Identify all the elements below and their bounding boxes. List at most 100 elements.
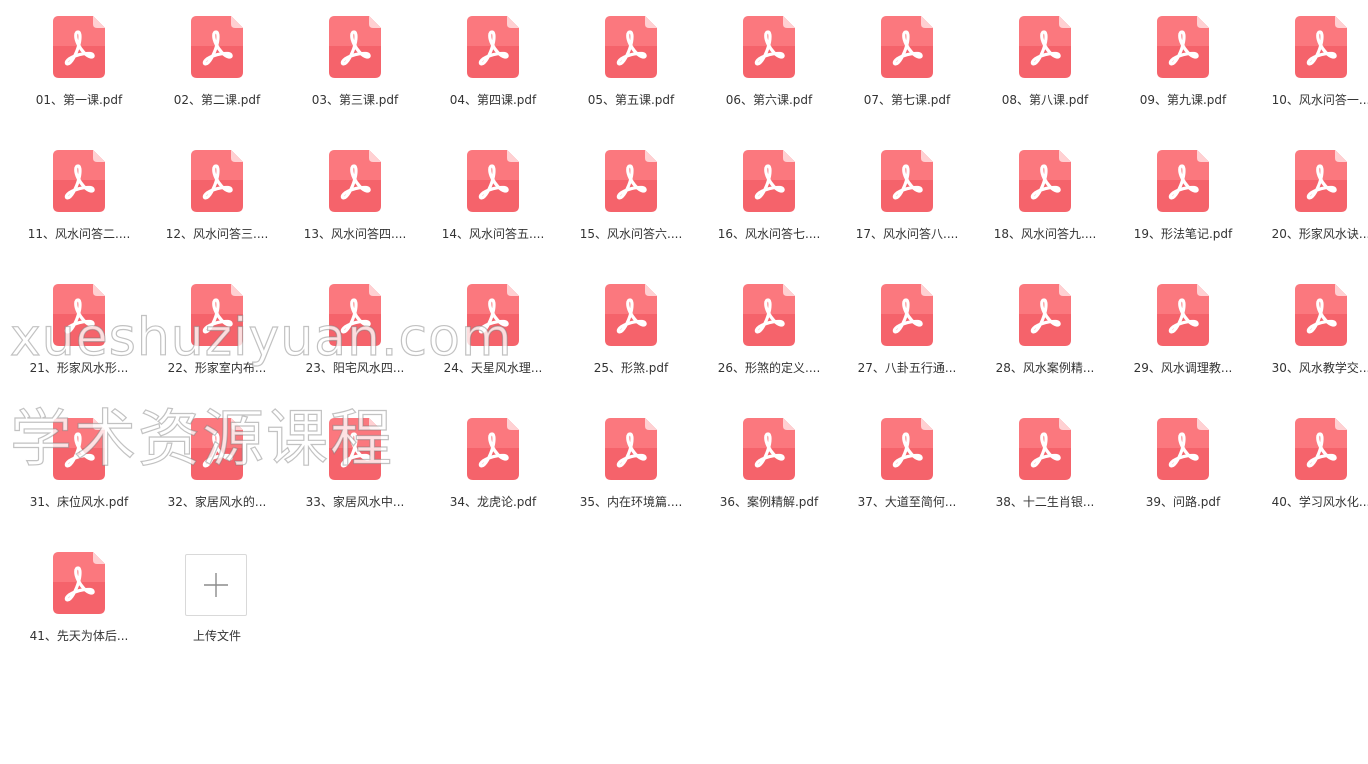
- file-name: 22、形家室内布...: [167, 361, 267, 375]
- file-item[interactable]: 30、风水教学交...: [1252, 280, 1368, 414]
- file-item[interactable]: 06、第六课.pdf: [700, 12, 838, 146]
- upload-file-label: 上传文件: [192, 629, 241, 643]
- pdf-file-icon: [881, 418, 933, 480]
- file-name: 10、风水问答一...: [1271, 93, 1368, 107]
- file-item[interactable]: 34、龙虎论.pdf: [424, 414, 562, 548]
- file-item[interactable]: 22、形家室内布...: [148, 280, 286, 414]
- pdf-file-icon: [605, 16, 657, 78]
- file-name: 38、十二生肖银...: [995, 495, 1095, 509]
- file-item[interactable]: 18、风水问答九....: [976, 146, 1114, 280]
- pdf-file-icon: [1295, 418, 1347, 480]
- file-name: 32、家居风水的...: [167, 495, 267, 509]
- file-item[interactable]: 16、风水问答七....: [700, 146, 838, 280]
- file-name: 29、风水调理教...: [1133, 361, 1233, 375]
- file-item[interactable]: 28、风水案例精...: [976, 280, 1114, 414]
- pdf-file-icon: [743, 418, 795, 480]
- file-item[interactable]: 03、第三课.pdf: [286, 12, 424, 146]
- pdf-file-icon: [329, 150, 381, 212]
- pdf-file-icon: [1019, 284, 1071, 346]
- file-item[interactable]: 24、天星风水理...: [424, 280, 562, 414]
- file-name: 24、天星风水理...: [443, 361, 543, 375]
- file-name: 20、形家风水诀...: [1271, 227, 1368, 241]
- pdf-file-icon: [467, 418, 519, 480]
- file-name: 16、风水问答七....: [717, 227, 821, 241]
- file-item[interactable]: 10、风水问答一...: [1252, 12, 1368, 146]
- file-item[interactable]: 04、第四课.pdf: [424, 12, 562, 146]
- file-item[interactable]: 37、大道至简何...: [838, 414, 976, 548]
- file-name: 06、第六课.pdf: [725, 93, 813, 107]
- file-item[interactable]: 05、第五课.pdf: [562, 12, 700, 146]
- pdf-file-icon: [605, 418, 657, 480]
- pdf-file-icon: [1019, 16, 1071, 78]
- file-item[interactable]: 23、阳宅风水四...: [286, 280, 424, 414]
- file-name: 33、家居风水中...: [305, 495, 405, 509]
- file-name: 36、案例精解.pdf: [719, 495, 819, 509]
- file-item[interactable]: 19、形法笔记.pdf: [1114, 146, 1252, 280]
- pdf-file-icon: [53, 150, 105, 212]
- file-item[interactable]: 21、形家风水形...: [10, 280, 148, 414]
- file-item[interactable]: 11、风水问答二....: [10, 146, 148, 280]
- file-grid: 01、第一课.pdf 02、第二课.pdf 03、第三课.pdf 04、第四课.pdf…: [10, 12, 1368, 682]
- file-name: 08、第八课.pdf: [1001, 93, 1089, 107]
- file-item[interactable]: 31、床位风水.pdf: [10, 414, 148, 548]
- file-item[interactable]: 27、八卦五行通...: [838, 280, 976, 414]
- file-item[interactable]: 15、风水问答六....: [562, 146, 700, 280]
- file-item[interactable]: 01、第一课.pdf: [10, 12, 148, 146]
- pdf-file-icon: [329, 418, 381, 480]
- pdf-file-icon: [605, 284, 657, 346]
- file-name: 27、八卦五行通...: [857, 361, 957, 375]
- pdf-file-icon: [191, 284, 243, 346]
- file-item[interactable]: 02、第二课.pdf: [148, 12, 286, 146]
- file-item[interactable]: 39、问路.pdf: [1114, 414, 1252, 548]
- pdf-file-icon: [1157, 150, 1209, 212]
- pdf-file-icon: [1295, 284, 1347, 346]
- pdf-file-icon: [329, 284, 381, 346]
- file-name: 02、第二课.pdf: [173, 93, 261, 107]
- pdf-file-icon: [743, 284, 795, 346]
- pdf-file-icon: [467, 284, 519, 346]
- file-item[interactable]: 09、第九课.pdf: [1114, 12, 1252, 146]
- pdf-file-icon: [881, 150, 933, 212]
- pdf-file-icon: [191, 418, 243, 480]
- pdf-file-icon: [881, 284, 933, 346]
- file-item[interactable]: 40、学习风水化...: [1252, 414, 1368, 548]
- file-item[interactable]: 29、风水调理教...: [1114, 280, 1252, 414]
- file-name: 23、阳宅风水四...: [305, 361, 405, 375]
- file-name: 21、形家风水形...: [29, 361, 129, 375]
- file-name: 13、风水问答四....: [303, 227, 407, 241]
- file-name: 04、第四课.pdf: [449, 93, 537, 107]
- file-name: 05、第五课.pdf: [587, 93, 675, 107]
- file-item[interactable]: 36、案例精解.pdf: [700, 414, 838, 548]
- file-item[interactable]: 38、十二生肖银...: [976, 414, 1114, 548]
- file-item[interactable]: 35、内在环境篇....: [562, 414, 700, 548]
- file-name: 12、风水问答三....: [165, 227, 269, 241]
- file-item[interactable]: 26、形煞的定义....: [700, 280, 838, 414]
- file-item[interactable]: 20、形家风水诀...: [1252, 146, 1368, 280]
- pdf-file-icon: [1157, 284, 1209, 346]
- file-item[interactable]: 32、家居风水的...: [148, 414, 286, 548]
- pdf-file-icon: [467, 16, 519, 78]
- file-item[interactable]: 33、家居风水中...: [286, 414, 424, 548]
- file-item[interactable]: 08、第八课.pdf: [976, 12, 1114, 146]
- file-name: 34、龙虎论.pdf: [449, 495, 537, 509]
- file-name: 35、内在环境篇....: [579, 495, 683, 509]
- pdf-file-icon: [1019, 150, 1071, 212]
- file-name: 09、第九课.pdf: [1139, 93, 1227, 107]
- file-item[interactable]: 25、形煞.pdf: [562, 280, 700, 414]
- file-name: 19、形法笔记.pdf: [1133, 227, 1233, 241]
- file-name: 01、第一课.pdf: [35, 93, 123, 107]
- file-item[interactable]: 14、风水问答五....: [424, 146, 562, 280]
- upload-file-tile[interactable]: 上传文件: [148, 548, 286, 682]
- file-item[interactable]: 13、风水问答四....: [286, 146, 424, 280]
- file-item[interactable]: 17、风水问答八....: [838, 146, 976, 280]
- file-item[interactable]: 07、第七课.pdf: [838, 12, 976, 146]
- pdf-file-icon: [191, 16, 243, 78]
- pdf-file-icon: [53, 552, 105, 614]
- upload-file-button[interactable]: [185, 554, 247, 616]
- file-name: 37、大道至简何...: [857, 495, 957, 509]
- file-item[interactable]: 12、风水问答三....: [148, 146, 286, 280]
- file-item[interactable]: 41、先天为体后...: [10, 548, 148, 682]
- file-name: 03、第三课.pdf: [311, 93, 399, 107]
- file-name: 14、风水问答五....: [441, 227, 545, 241]
- file-name: 15、风水问答六....: [579, 227, 683, 241]
